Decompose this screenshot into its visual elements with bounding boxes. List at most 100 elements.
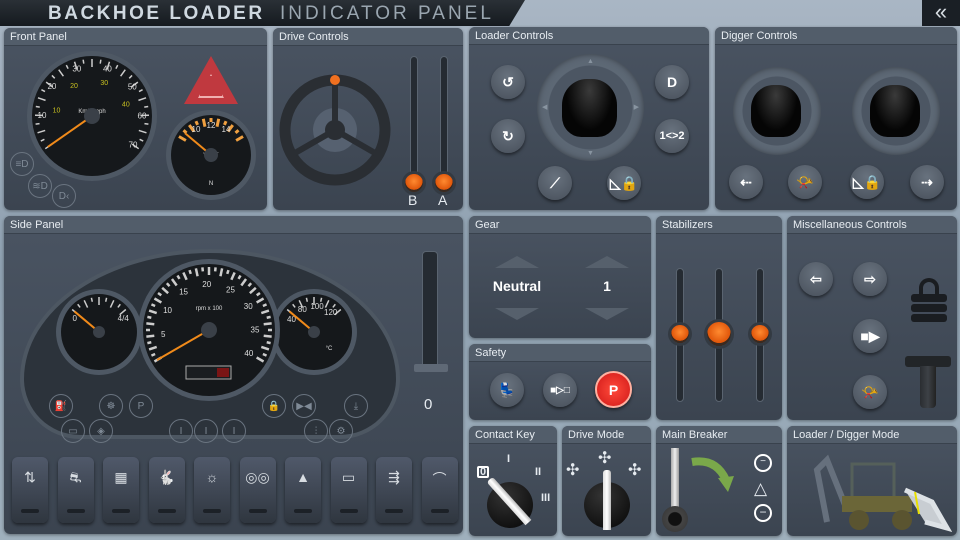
bucket-curl-down-icon: ↻ <box>502 127 514 144</box>
gear-number: 1 <box>603 278 611 294</box>
rocker-icon: ⇶ <box>388 469 400 485</box>
pedal-label-b: B <box>408 192 418 208</box>
gear-up-button[interactable] <box>585 256 629 268</box>
neutral-indicator: N <box>209 181 213 187</box>
key-position-0[interactable]: 0 <box>477 466 490 478</box>
rocker-switch[interactable]: ☼ <box>194 457 230 523</box>
joystick-knob[interactable] <box>870 85 920 137</box>
rocker-switch[interactable]: ⌒ <box>421 457 458 523</box>
boom-float-icon: ⟋ <box>550 174 560 191</box>
loader-joystick[interactable]: ▲ ▼ ◀ ▶ <box>537 54 644 161</box>
seatbelt-button[interactable]: ■▷□ <box>543 373 577 407</box>
rocker-icon: ☼ <box>205 469 219 485</box>
low-beam-icon[interactable]: ≋D <box>28 174 52 198</box>
front-panel: Front Panel 10203040506070Km/h mph102030… <box>4 28 267 210</box>
bucket-curl-up-button[interactable]: ↺ <box>491 65 525 99</box>
d-label: D <box>666 74 678 90</box>
axle-lock-icon: I <box>194 419 218 443</box>
gauge-tick <box>146 322 155 326</box>
digger-lock-button[interactable]: ◺🔒 <box>850 165 884 199</box>
gauge-tick-label: 60 <box>138 111 147 120</box>
turn-right-button[interactable]: ⇨ <box>853 262 887 296</box>
headlight-icon[interactable]: ≡D <box>10 152 34 176</box>
gauge-tick <box>263 322 272 326</box>
rocker-switch[interactable]: ⇅ <box>12 457 48 523</box>
digger-left-joystick[interactable] <box>733 67 821 155</box>
gauge-tick <box>150 352 156 357</box>
rocker-icon: ▭ <box>341 469 356 485</box>
direction-down-button[interactable] <box>495 308 539 320</box>
rotate-arrow-icon <box>691 457 734 492</box>
camera-icon: ■▶ <box>860 327 880 344</box>
stabilizer-right-slider[interactable] <box>751 325 769 343</box>
gauge-tick-label: 80 <box>298 305 307 314</box>
key-position-1[interactable]: I <box>507 453 510 465</box>
gear-down-button[interactable] <box>585 308 629 320</box>
stabilizer-both-slider[interactable] <box>707 322 731 346</box>
rocker-switch[interactable]: ◎◎ <box>239 457 276 523</box>
brake-pedal-track <box>410 56 418 186</box>
rocker-switch[interactable]: ▲ <box>285 457 321 523</box>
gauge-tick <box>176 274 181 280</box>
gauge-unit-label: °C <box>326 346 333 352</box>
swap-button[interactable]: 1<>2 <box>655 119 689 153</box>
crab-mode-icon[interactable]: ✣ <box>628 460 641 480</box>
rocker-switch[interactable]: ⇶ <box>376 457 412 523</box>
key-position-3[interactable]: III <box>541 492 550 504</box>
rocker-switch[interactable]: ▭ <box>330 457 367 523</box>
back-button[interactable]: « <box>922 0 960 26</box>
mph-label: 20 <box>70 83 78 90</box>
horn-button[interactable]: 📯 <box>788 165 822 199</box>
boom-lock-button[interactable]: ◺🔒 <box>607 166 641 200</box>
lock-toggle[interactable] <box>911 278 947 326</box>
key-position-2[interactable]: II <box>535 466 541 478</box>
gauge-tick-label: 100 <box>310 302 324 311</box>
throttle-handle[interactable] <box>414 364 448 372</box>
gauge-tick-label: 15 <box>179 288 188 297</box>
rocker-switch[interactable]: 🐇 <box>148 457 185 523</box>
rocker-switch[interactable]: ▦ <box>103 457 139 523</box>
accelerator-pedal-slider[interactable] <box>435 174 453 192</box>
parking-brake-button[interactable]: P <box>595 371 632 408</box>
app-header: BACKHOE LOADER INDICATOR PANEL <box>0 0 525 26</box>
horn-button[interactable]: 📯 <box>853 375 887 409</box>
gauge-tick <box>226 269 230 275</box>
steering-wheel[interactable] <box>273 28 413 210</box>
digger-right-joystick[interactable] <box>852 67 940 155</box>
bucket-curl-up-icon: ↺ <box>502 73 514 90</box>
fog-light-icon[interactable]: D‹ <box>52 184 76 208</box>
stabilizer-left-slider[interactable] <box>671 325 689 343</box>
joystick-knob[interactable] <box>562 79 617 137</box>
bucket-curl-down-button[interactable]: ↻ <box>491 119 525 153</box>
float-button[interactable]: ⟋ <box>538 166 572 200</box>
d-button[interactable]: D <box>655 65 689 99</box>
t-handle-lever[interactable] <box>905 356 951 408</box>
gauge-tick-label: 20 <box>47 82 56 91</box>
rocker-switch[interactable]: ⛐ <box>57 457 94 523</box>
rocker-icon: ▦ <box>114 469 128 485</box>
2wd-mode-icon[interactable]: ✣ <box>566 460 579 480</box>
gauge-tick <box>150 303 156 308</box>
extend-left-button[interactable]: ⇠ <box>729 165 763 199</box>
backhoe-mode-toggle[interactable] <box>797 450 952 534</box>
extend-right-button[interactable]: ⇢ <box>910 165 944 199</box>
throttle-track <box>422 251 438 371</box>
turn-left-button[interactable]: ⇦ <box>799 262 833 296</box>
gauge-hub <box>308 326 320 338</box>
direction-up-button[interactable] <box>495 256 539 268</box>
gauge-tick-label: 10 <box>38 111 47 120</box>
contact-key-panel: Contact Key 0 I II III <box>469 426 557 536</box>
gauge-tick-label: 20 <box>202 280 211 289</box>
accelerator-pedal-track <box>440 56 448 186</box>
camera-button[interactable]: ■▶ <box>853 319 887 353</box>
main-breaker-panel: Main Breaker − △ − <box>656 426 782 536</box>
app-title: BACKHOE LOADER <box>48 3 265 24</box>
breaker-warning-icon: △ <box>754 479 768 498</box>
brake-pedal-slider[interactable] <box>405 174 423 192</box>
rocker-icon: ⛐ <box>69 469 82 485</box>
joystick-knob[interactable] <box>751 85 801 137</box>
arrow-left-icon: ⇦ <box>810 270 822 287</box>
4wd-mode-icon[interactable]: ✣ <box>598 448 611 468</box>
gauge-tick <box>147 341 152 345</box>
seat-button[interactable]: 💺 <box>490 373 524 407</box>
